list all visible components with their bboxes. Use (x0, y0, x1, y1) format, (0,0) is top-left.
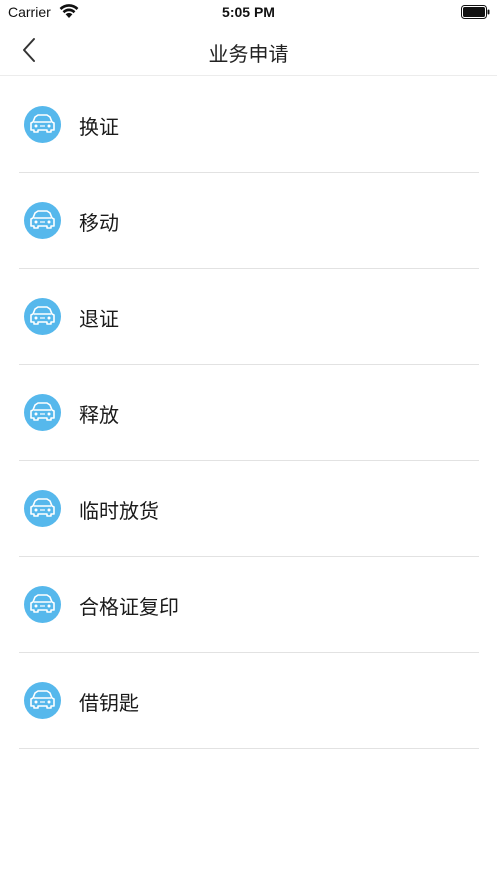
navigation-bar: 业务申请 (0, 26, 497, 76)
car-icon (24, 394, 61, 431)
battery-icon (461, 5, 490, 19)
car-icon (24, 490, 61, 527)
list-item-temporary-release[interactable]: 临时放货 (19, 461, 479, 557)
list-item-label: 换证 (79, 115, 119, 139)
list-item-label: 临时放货 (79, 499, 159, 523)
car-icon (24, 298, 61, 335)
page-title: 业务申请 (208, 42, 289, 66)
car-icon (24, 586, 61, 623)
business-application-list: 换证 移动 退证 释放 临时放货 合格证复印 借钥匙 (0, 77, 497, 749)
car-icon (24, 202, 61, 239)
list-item-certificate-copy[interactable]: 合格证复印 (19, 557, 479, 653)
list-item-label: 移动 (79, 211, 119, 235)
clock: 5:05 PM (222, 4, 275, 20)
car-icon (24, 682, 61, 719)
list-item-renew-certificate[interactable]: 换证 (19, 77, 479, 173)
list-item-label: 借钥匙 (79, 691, 139, 715)
status-bar: Carrier 5:05 PM (0, 0, 497, 26)
list-item-label: 退证 (79, 307, 119, 331)
list-item-label: 合格证复印 (79, 595, 179, 619)
list-item-return-certificate[interactable]: 退证 (19, 269, 479, 365)
list-item-label: 释放 (79, 403, 119, 427)
list-item-release[interactable]: 释放 (19, 365, 479, 461)
list-item-move[interactable]: 移动 (19, 173, 479, 269)
car-icon (24, 106, 61, 143)
list-item-borrow-key[interactable]: 借钥匙 (19, 653, 479, 749)
